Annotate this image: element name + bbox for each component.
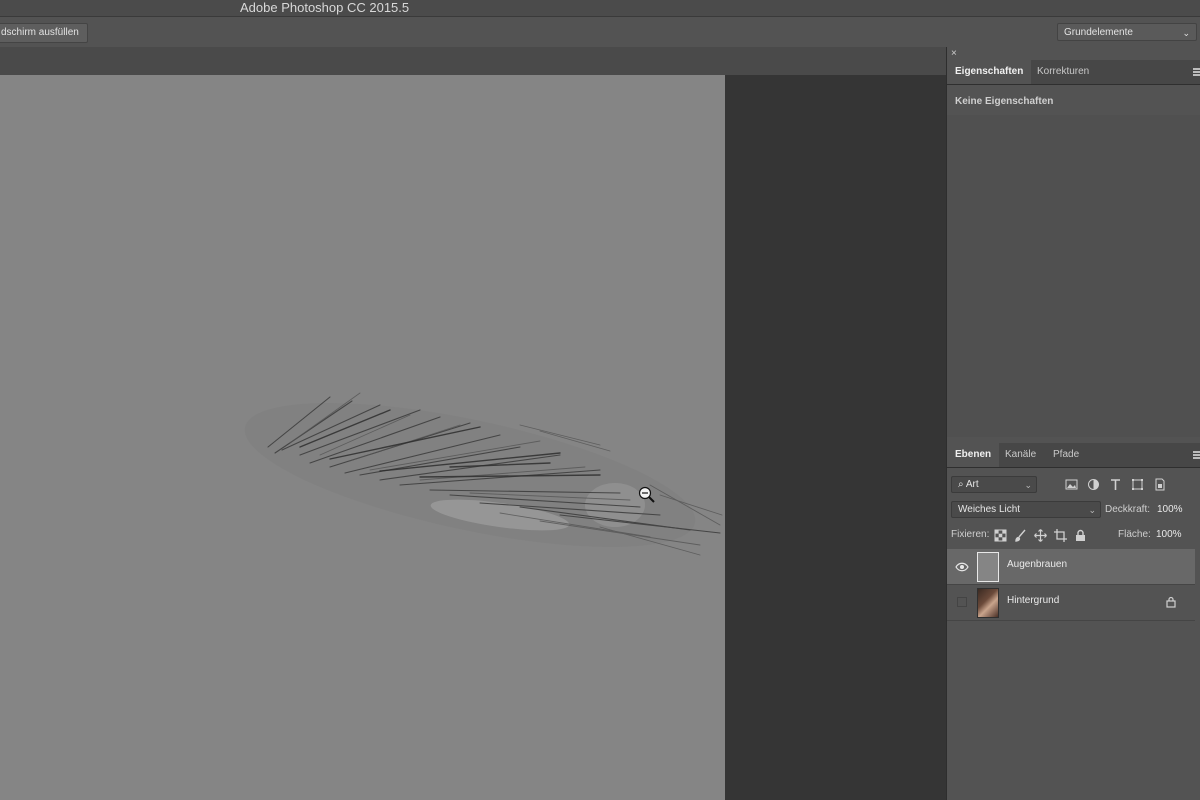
image-filter-icon[interactable] — [1065, 478, 1078, 491]
opacity-label: Deckkraft: — [1105, 504, 1151, 515]
lock-transparency-icon[interactable] — [994, 529, 1007, 542]
chevron-down-icon: ⌄ — [1088, 505, 1096, 515]
fill-value[interactable]: 100% — [1156, 527, 1182, 543]
layer-row-augenbrauen[interactable]: Augenbrauen — [947, 549, 1195, 585]
layer-row-hintergrund[interactable]: Hintergrund — [947, 585, 1195, 621]
layer-thumbnail — [977, 588, 999, 618]
visibility-toggle[interactable] — [957, 597, 967, 607]
panel-menu-icon[interactable] — [1193, 68, 1200, 76]
tab-korrekturen[interactable]: Korrekturen — [1029, 60, 1097, 84]
workspace-label: Grundelemente — [1064, 27, 1133, 38]
panel-menu-icon[interactable] — [1193, 451, 1200, 459]
canvas-area[interactable] — [0, 75, 946, 800]
type-filter-icon[interactable] — [1109, 478, 1122, 491]
opacity-value[interactable]: 100% — [1157, 502, 1183, 518]
tab-pfade[interactable]: Pfade — [1045, 443, 1087, 467]
no-properties-text: Keine Eigenschaften — [955, 96, 1054, 107]
search-icon: ⌕ — [958, 479, 964, 490]
close-icon[interactable]: × — [951, 48, 957, 59]
lock-brush-icon[interactable] — [1014, 529, 1027, 542]
chevron-down-icon: ⌄ — [1182, 28, 1190, 38]
layer-thumbnail — [977, 552, 999, 582]
eye-icon[interactable] — [955, 560, 969, 574]
lock-label: Fixieren: — [951, 529, 990, 540]
smart-object-filter-icon[interactable] — [1153, 478, 1166, 491]
lock-artboard-icon[interactable] — [1054, 529, 1067, 542]
options-bar: dschirm ausfüllen Grundelemente ⌄ — [0, 17, 1200, 47]
title-bar: Adobe Photoshop CC 2015.5 — [0, 0, 1200, 17]
blend-mode-value: Weiches Licht — [958, 504, 1021, 515]
layer-name[interactable]: Augenbrauen — [1007, 559, 1067, 570]
properties-tabbar: Eigenschaften Korrekturen — [947, 60, 1200, 85]
workspace-switcher[interactable]: Grundelemente ⌄ — [1057, 23, 1197, 41]
layer-filter-select[interactable]: ⌕ Art ⌄ — [951, 476, 1037, 493]
lock-move-icon[interactable] — [1034, 529, 1047, 542]
canvas-image[interactable] — [0, 75, 946, 800]
right-panel-column: × Eigenschaften Korrekturen Keine Eigens… — [946, 47, 1200, 800]
tab-kanaele[interactable]: Kanäle — [997, 443, 1044, 467]
lock-icon — [1166, 596, 1176, 608]
chevron-down-icon: ⌄ — [1024, 480, 1032, 490]
properties-content — [947, 115, 1200, 437]
document-tab-bar — [0, 47, 946, 75]
fill-label: Fläche: — [1118, 529, 1151, 540]
layers-tabbar: Ebenen Kanäle Pfade — [947, 443, 1200, 468]
adjustment-filter-icon[interactable] — [1087, 478, 1100, 491]
blend-mode-select[interactable]: Weiches Licht ⌄ — [951, 501, 1101, 518]
app-title: Adobe Photoshop CC 2015.5 — [240, 0, 410, 15]
tab-ebenen[interactable]: Ebenen — [947, 443, 1000, 467]
lock-all-icon[interactable] — [1074, 529, 1087, 542]
fill-screen-button[interactable]: dschirm ausfüllen — [0, 23, 88, 43]
layer-filter-label: Art — [965, 479, 979, 490]
shape-filter-icon[interactable] — [1131, 478, 1144, 491]
layer-name[interactable]: Hintergrund — [1007, 595, 1059, 606]
tab-eigenschaften[interactable]: Eigenschaften — [947, 60, 1032, 84]
